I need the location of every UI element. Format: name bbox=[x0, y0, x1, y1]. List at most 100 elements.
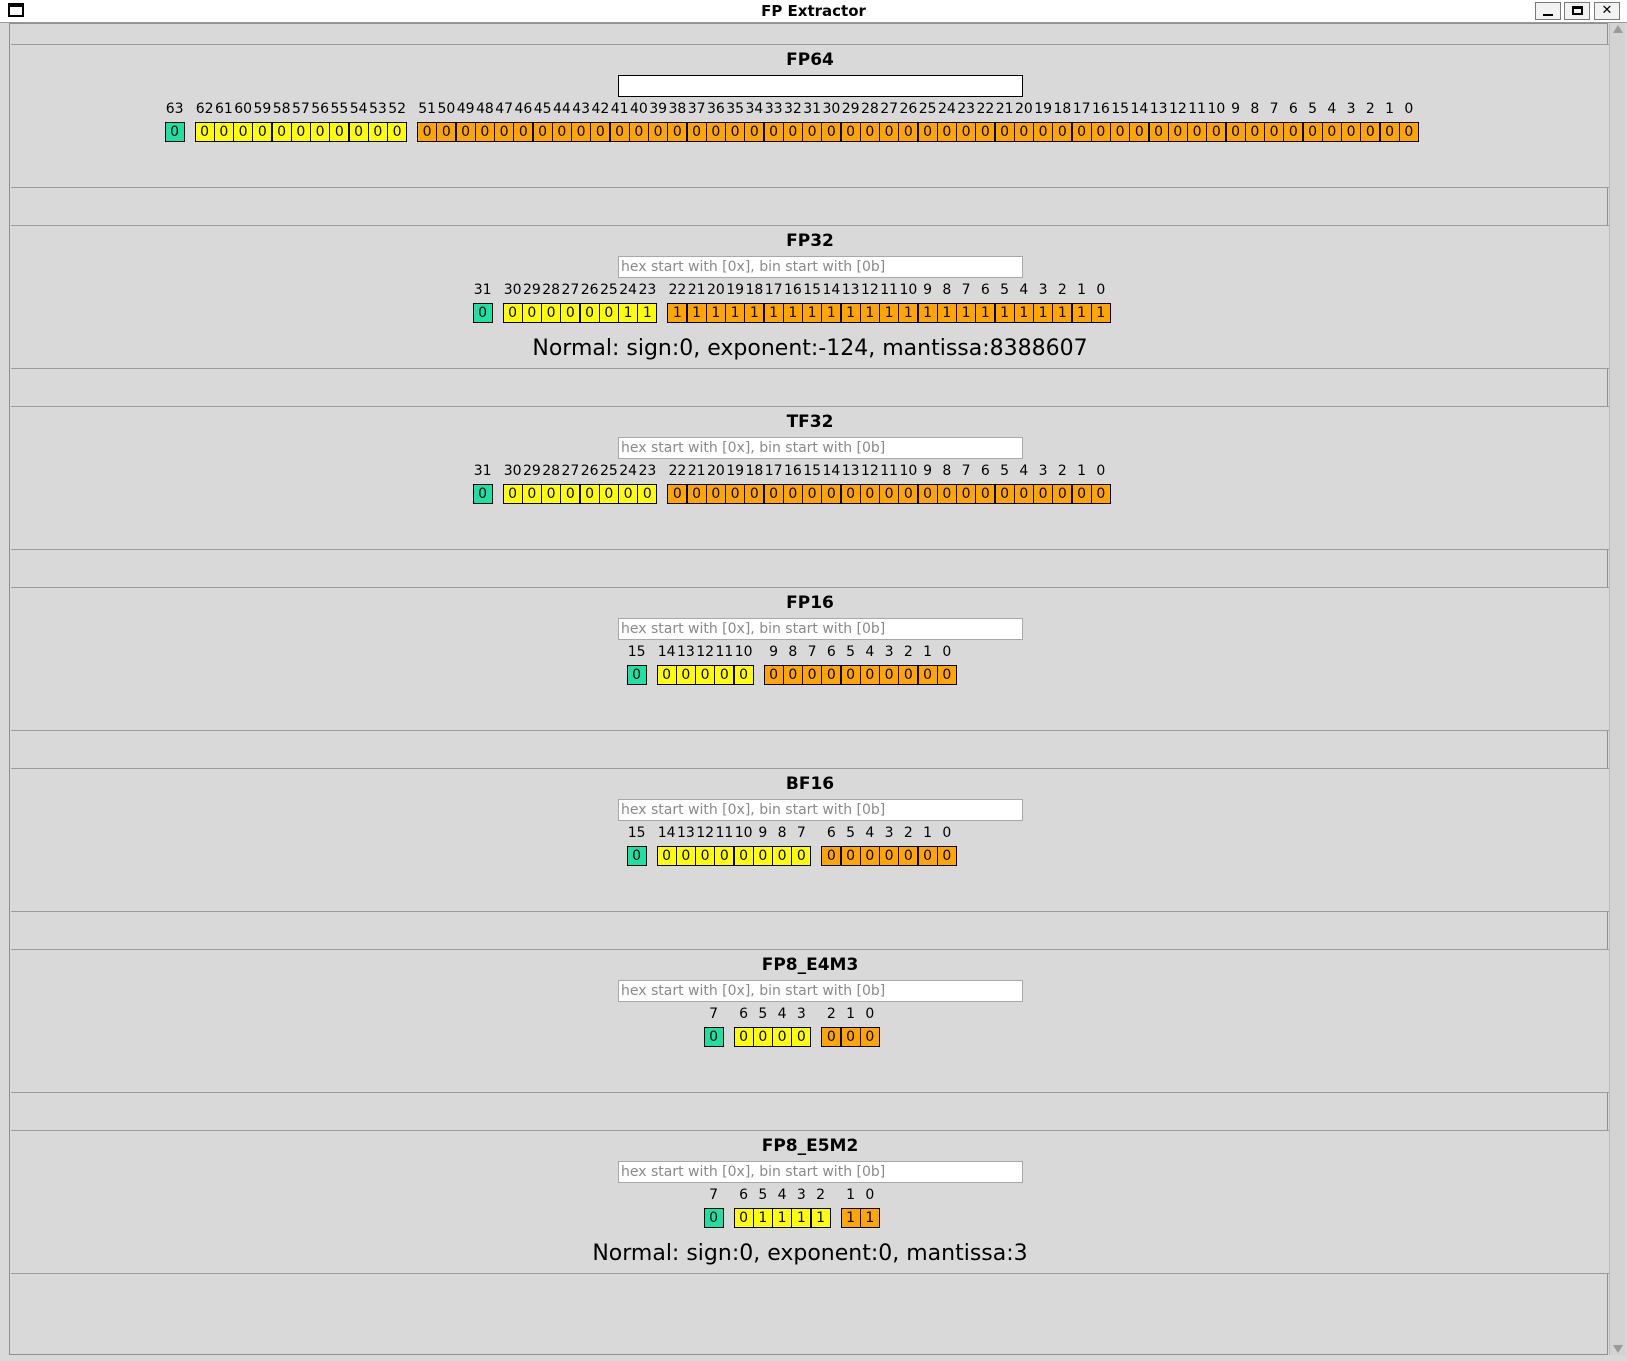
exponent-bit[interactable]: 0 bbox=[752, 846, 773, 866]
exponent-bit[interactable]: 0 bbox=[521, 484, 542, 504]
mantissa-bit[interactable]: 0 bbox=[994, 484, 1015, 504]
mantissa-bit[interactable]: 0 bbox=[956, 122, 977, 142]
mantissa-bit[interactable]: 1 bbox=[840, 1208, 861, 1228]
exponent-bit[interactable]: 0 bbox=[675, 665, 696, 685]
mantissa-bit[interactable]: 1 bbox=[859, 1208, 880, 1228]
exponent-bit[interactable]: 0 bbox=[733, 665, 754, 685]
value-input[interactable] bbox=[618, 980, 1023, 1002]
exponent-bit[interactable]: 0 bbox=[502, 303, 523, 323]
mantissa-bit[interactable]: 0 bbox=[1013, 484, 1034, 504]
mantissa-bit[interactable]: 0 bbox=[763, 122, 784, 142]
exponent-bit[interactable]: 0 bbox=[521, 303, 542, 323]
mantissa-bit[interactable]: 1 bbox=[744, 303, 765, 323]
mantissa-bit[interactable]: 0 bbox=[455, 122, 476, 142]
exponent-bit[interactable]: 0 bbox=[290, 122, 311, 142]
exponent-bit[interactable]: 0 bbox=[194, 122, 215, 142]
exponent-bit[interactable]: 0 bbox=[579, 484, 600, 504]
exponent-bit[interactable]: 1 bbox=[810, 1208, 831, 1228]
mantissa-bit[interactable]: 0 bbox=[936, 846, 957, 866]
mantissa-bit[interactable]: 0 bbox=[628, 122, 649, 142]
sign-bit[interactable]: 0 bbox=[472, 484, 493, 504]
exponent-bit[interactable]: 1 bbox=[618, 303, 639, 323]
mantissa-bit[interactable]: 1 bbox=[1013, 303, 1034, 323]
mantissa-bit[interactable]: 0 bbox=[802, 122, 823, 142]
mantissa-bit[interactable]: 0 bbox=[898, 122, 919, 142]
exponent-bit[interactable]: 0 bbox=[695, 665, 716, 685]
mantissa-bit[interactable]: 0 bbox=[975, 122, 996, 142]
mantissa-bit[interactable]: 0 bbox=[667, 122, 688, 142]
mantissa-bit[interactable]: 0 bbox=[879, 665, 900, 685]
mantissa-bit[interactable]: 1 bbox=[1090, 303, 1111, 323]
mantissa-bit[interactable]: 1 bbox=[1033, 303, 1054, 323]
mantissa-bit[interactable]: 0 bbox=[1033, 484, 1054, 504]
mantissa-bit[interactable]: 0 bbox=[1071, 484, 1092, 504]
mantissa-bit[interactable]: 0 bbox=[571, 122, 592, 142]
mantissa-bit[interactable]: 0 bbox=[821, 122, 842, 142]
sign-bit[interactable]: 0 bbox=[472, 303, 493, 323]
mantissa-bit[interactable]: 0 bbox=[436, 122, 457, 142]
mantissa-bit[interactable]: 1 bbox=[956, 303, 977, 323]
sign-bit[interactable]: 0 bbox=[703, 1208, 724, 1228]
mantissa-bit[interactable]: 1 bbox=[917, 303, 938, 323]
sign-bit[interactable]: 0 bbox=[703, 1027, 724, 1047]
exponent-bit[interactable]: 0 bbox=[752, 1027, 773, 1047]
mantissa-bit[interactable]: 0 bbox=[744, 484, 765, 504]
mantissa-bit[interactable]: 0 bbox=[917, 484, 938, 504]
exponent-bit[interactable]: 1 bbox=[637, 303, 658, 323]
mantissa-bit[interactable]: 1 bbox=[975, 303, 996, 323]
mantissa-bit[interactable]: 0 bbox=[782, 484, 803, 504]
mantissa-bit[interactable]: 0 bbox=[879, 122, 900, 142]
mantissa-bit[interactable]: 0 bbox=[802, 665, 823, 685]
value-input[interactable] bbox=[618, 256, 1023, 278]
mantissa-bit[interactable]: 0 bbox=[590, 122, 611, 142]
exponent-bit[interactable]: 0 bbox=[252, 122, 273, 142]
mantissa-bit[interactable]: 0 bbox=[898, 665, 919, 685]
mantissa-bit[interactable]: 0 bbox=[859, 484, 880, 504]
mantissa-bit[interactable]: 0 bbox=[1071, 122, 1092, 142]
mantissa-bit[interactable]: 0 bbox=[975, 484, 996, 504]
exponent-bit[interactable]: 0 bbox=[618, 484, 639, 504]
exponent-bit[interactable]: 0 bbox=[541, 484, 562, 504]
mantissa-bit[interactable]: 0 bbox=[1052, 484, 1073, 504]
sign-bit[interactable]: 0 bbox=[626, 665, 647, 685]
exponent-bit[interactable]: 1 bbox=[752, 1208, 773, 1228]
exponent-bit[interactable]: 0 bbox=[772, 1027, 793, 1047]
exponent-bit[interactable]: 1 bbox=[791, 1208, 812, 1228]
mantissa-bit[interactable]: 0 bbox=[917, 665, 938, 685]
mantissa-bit[interactable]: 0 bbox=[705, 122, 726, 142]
exponent-bit[interactable]: 0 bbox=[329, 122, 350, 142]
mantissa-bit[interactable]: 0 bbox=[763, 665, 784, 685]
exponent-bit[interactable]: 0 bbox=[772, 846, 793, 866]
mantissa-bit[interactable]: 0 bbox=[898, 846, 919, 866]
mantissa-bit[interactable]: 0 bbox=[513, 122, 534, 142]
mantissa-bit[interactable]: 0 bbox=[686, 484, 707, 504]
mantissa-bit[interactable]: 0 bbox=[1110, 122, 1131, 142]
mantissa-bit[interactable]: 0 bbox=[936, 665, 957, 685]
mantissa-bit[interactable]: 0 bbox=[821, 665, 842, 685]
mantissa-bit[interactable]: 0 bbox=[1187, 122, 1208, 142]
mantissa-bit[interactable]: 1 bbox=[994, 303, 1015, 323]
exponent-bit[interactable]: 0 bbox=[695, 846, 716, 866]
mantissa-bit[interactable]: 1 bbox=[802, 303, 823, 323]
mantissa-bit[interactable]: 0 bbox=[1321, 122, 1342, 142]
value-input[interactable] bbox=[618, 799, 1023, 821]
mantissa-bit[interactable]: 0 bbox=[879, 484, 900, 504]
value-input[interactable] bbox=[618, 618, 1023, 640]
close-button[interactable]: ✕ bbox=[1594, 2, 1620, 20]
mantissa-bit[interactable]: 0 bbox=[802, 484, 823, 504]
mantissa-bit[interactable]: 0 bbox=[1033, 122, 1054, 142]
mantissa-bit[interactable]: 0 bbox=[1225, 122, 1246, 142]
value-input[interactable] bbox=[618, 437, 1023, 459]
value-input[interactable] bbox=[618, 1161, 1023, 1183]
exponent-bit[interactable]: 0 bbox=[598, 303, 619, 323]
exponent-bit[interactable]: 0 bbox=[733, 1208, 754, 1228]
mantissa-bit[interactable]: 0 bbox=[532, 122, 553, 142]
mantissa-bit[interactable]: 1 bbox=[725, 303, 746, 323]
exponent-bit[interactable]: 0 bbox=[367, 122, 388, 142]
exponent-bit[interactable]: 0 bbox=[541, 303, 562, 323]
mantissa-bit[interactable]: 0 bbox=[1283, 122, 1304, 142]
mantissa-bit[interactable]: 0 bbox=[859, 1027, 880, 1047]
mantissa-bit[interactable]: 1 bbox=[667, 303, 688, 323]
exponent-bit[interactable]: 0 bbox=[791, 1027, 812, 1047]
mantissa-bit[interactable]: 1 bbox=[898, 303, 919, 323]
